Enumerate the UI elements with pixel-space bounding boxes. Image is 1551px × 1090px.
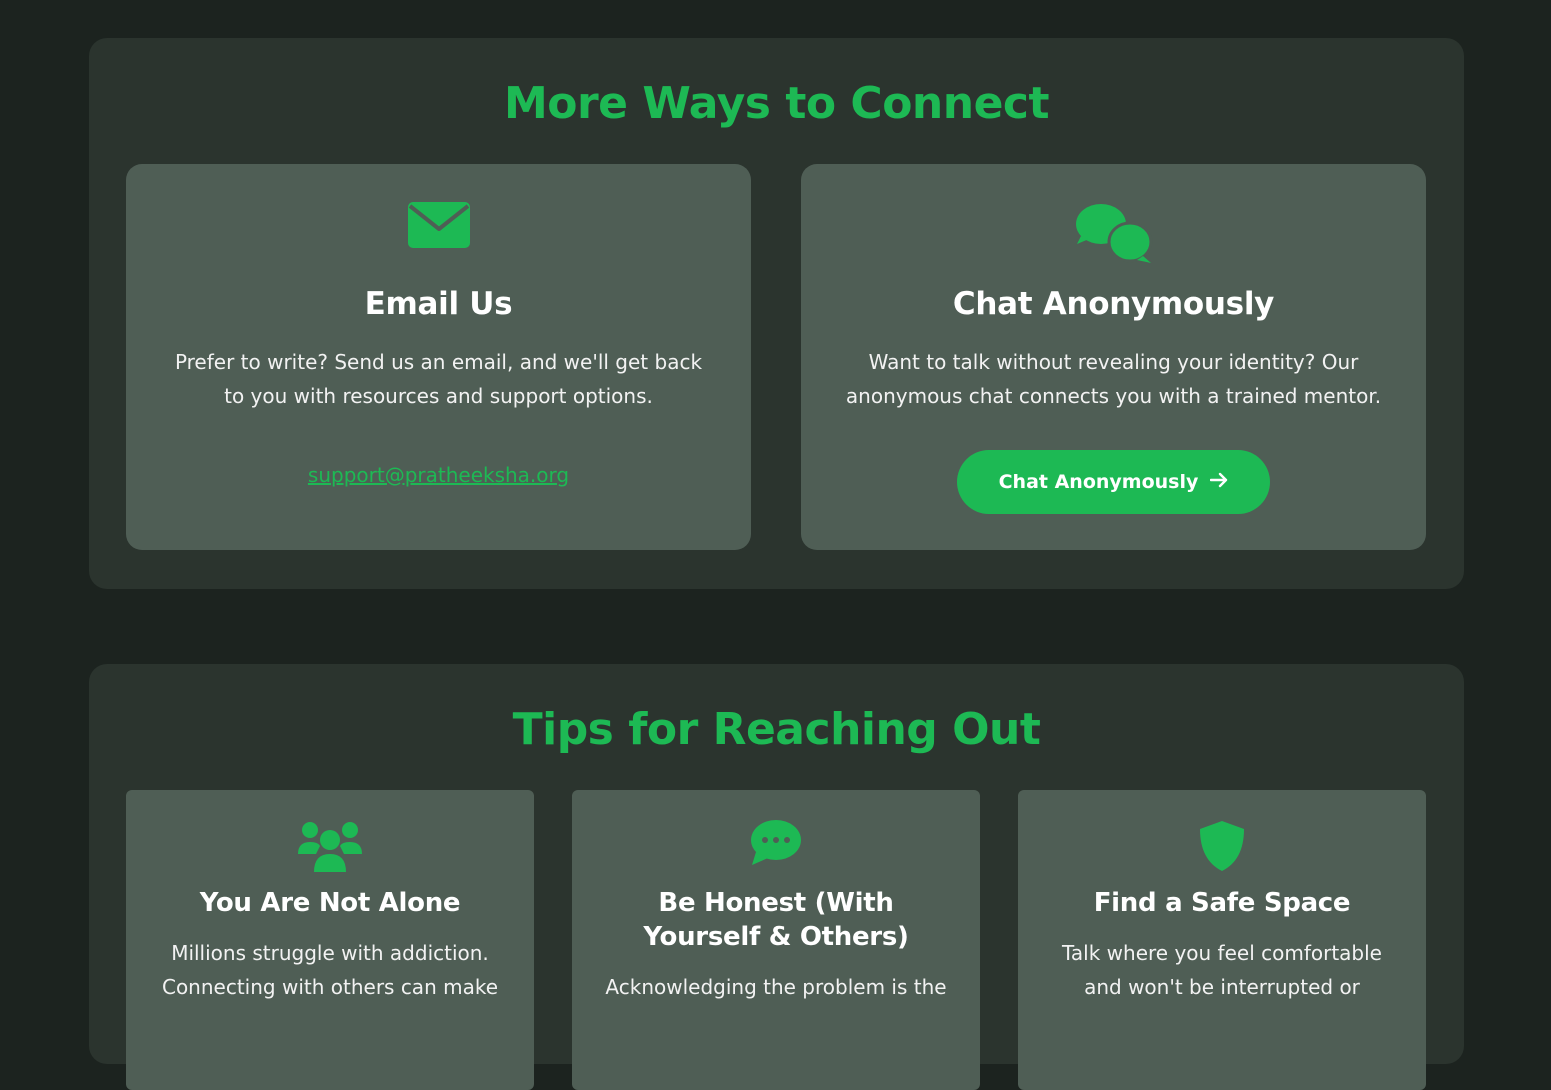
arrow-right-icon [1210,471,1228,493]
tip-card-title: Be Honest (With Yourself & Others) [643,888,909,952]
tip-card-title: Find a Safe Space [1093,888,1351,918]
tips-section-title: Tips for Reaching Out [512,704,1041,755]
tip-card: Be Honest (With Yourself & Others) Ackno… [572,790,980,1090]
users-icon [298,820,362,876]
tip-card-text: Acknowledging the problem is the [605,975,947,999]
connect-section: More Ways to Connect Email Us Prefer to … [89,38,1464,589]
tip-card-title: You Are Not Alone [199,888,461,918]
tips-section: Tips for Reaching Out You Are Not Alone … [89,664,1464,1090]
tip-card: Find a Safe Space Talk where you feel co… [1018,790,1426,1090]
tip-card-text: Talk where you feel comfortable and won'… [1062,941,1382,999]
email-card-title: Email Us [364,286,513,322]
tip-card-text: Millions struggle with addiction. Connec… [161,941,499,999]
shield-icon [1198,820,1246,876]
envelope-icon [407,202,470,252]
connect-section-title: More Ways to Connect [503,78,1050,129]
email-link[interactable]: support@pratheeksha.org [126,463,751,487]
email-card-text: Prefer to write? Send us an email, and w… [174,350,703,408]
chat-anonymously-button[interactable]: Chat Anonymously [957,450,1270,514]
chat-card: Chat Anonymously Want to talk without re… [801,164,1426,550]
tip-card: You Are Not Alone Millions struggle with… [126,790,534,1090]
chat-button-label: Chat Anonymously [998,471,1199,493]
chat-card-text: Want to talk without revealing your iden… [845,350,1382,408]
chat-card-title: Chat Anonymously [952,286,1275,322]
email-card: Email Us Prefer to write? Send us an ema… [126,164,751,550]
speech-bubble-icon [750,820,802,870]
chat-bubbles-icon [1075,202,1153,268]
